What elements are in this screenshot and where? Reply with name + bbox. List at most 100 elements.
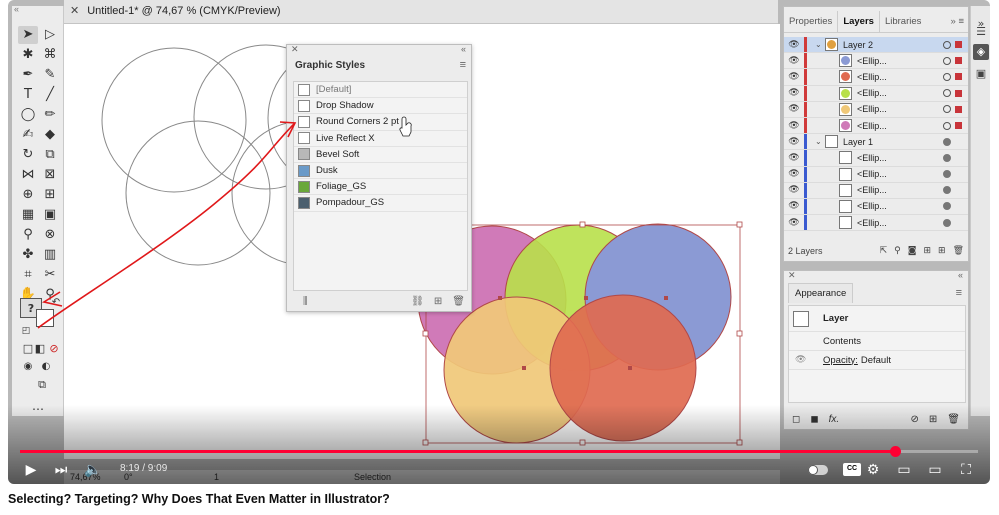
delete-item-icon[interactable]: 🗑 [947,414,960,425]
duplicate-item-icon[interactable]: ⊞ [929,414,937,425]
layer-name[interactable]: <Ellip... [857,104,943,114]
opacity-label[interactable]: Opacity: [823,355,858,366]
add-stroke-icon[interactable]: ◻ [792,414,800,425]
layer-name[interactable]: <Ellip... [857,72,943,82]
sublayer-row[interactable]: 👁 <Ellip... [784,101,968,118]
add-fill-icon[interactable]: ◼ [810,414,818,425]
layer-name[interactable]: <Ellip... [857,218,943,228]
expand-chevron-icon[interactable]: ⌄ [815,137,825,146]
clear-appearance-icon[interactable]: ⊘ [911,414,919,425]
expand-chevron-icon[interactable]: ⌄ [815,40,825,49]
collect-export-icon[interactable]: ⇱ [880,246,888,256]
visibility-eye-icon[interactable]: 👁 [784,218,804,228]
panel-menu-icon[interactable]: ≡ [956,287,962,299]
layer-name[interactable]: <Ellip... [857,169,943,179]
visibility-eye-icon[interactable]: 👁 [784,40,804,50]
target-circle-icon[interactable] [943,56,951,65]
visibility-eye-icon[interactable]: 👁 [784,137,804,147]
selection-indicator[interactable] [955,154,962,161]
target-circle-icon[interactable] [943,121,951,130]
selection-indicator[interactable] [955,138,962,145]
selection-indicator[interactable] [955,89,962,97]
target-circle-icon[interactable] [943,105,951,114]
target-circle-icon[interactable] [943,170,951,179]
selection-indicator[interactable] [955,105,962,113]
layer-name[interactable]: <Ellip... [857,153,943,163]
volume-icon[interactable]: 🔈 [84,460,102,480]
target-circle-icon[interactable] [943,153,951,162]
collapse-panel-icon[interactable]: « [958,270,963,280]
visibility-eye-icon[interactable]: 👁 [784,88,804,98]
visibility-eye-icon[interactable]: 👁 [784,72,804,82]
visibility-eye-icon[interactable]: 👁 [784,104,804,114]
layer-name[interactable]: <Ellip... [857,185,943,195]
selection-indicator[interactable] [955,219,962,226]
settings-gear-icon[interactable]: ⚙ [863,460,883,480]
selection-indicator[interactable] [955,57,962,65]
video-player[interactable]: ✕ Untitled-1* @ 74,67 % (CMYK/Preview) «… [8,0,990,484]
target-circle-icon[interactable] [943,218,951,227]
tab-libraries[interactable]: Libraries [880,11,926,32]
selection-indicator[interactable] [955,41,962,49]
layer-name[interactable]: Layer 2 [843,40,943,50]
tab-properties[interactable]: Properties [784,11,837,32]
sublayer-row[interactable]: 👁 <Ellip... [784,53,968,70]
target-circle-icon[interactable] [943,40,951,49]
close-panel-icon[interactable]: ✕ [788,270,796,281]
visibility-eye-icon[interactable]: 👁 [784,121,804,131]
visibility-eye-icon[interactable]: 👁 [784,153,804,163]
selection-indicator[interactable] [955,203,962,210]
play-icon[interactable]: ▶ [22,460,40,480]
layer-name[interactable]: <Ellip... [857,56,943,66]
sublayer-row[interactable]: 👁 <Ellip... [784,69,968,86]
autoplay-toggle[interactable] [808,465,828,475]
layer-row[interactable]: 👁 ⌄ Layer 2 [784,37,968,54]
visibility-eye-icon[interactable]: 👁 [784,169,804,179]
layer-name[interactable]: <Ellip... [857,201,943,211]
appearance-opacity-row[interactable]: 👁 Opacity: Default [789,351,965,370]
visibility-eye-icon[interactable]: 👁 [784,56,804,66]
panel-overflow-icon[interactable]: » ≡ [947,11,968,32]
appearance-target-row[interactable]: Layer [789,306,965,332]
new-sublayer-icon[interactable]: ⊞ [923,246,931,256]
sublayer-row[interactable]: 👁 <Ellip... [784,117,968,135]
appearance-contents-row[interactable]: Contents [789,332,965,351]
target-circle-icon[interactable] [943,137,951,146]
visibility-eye-icon[interactable]: 👁 [784,185,804,195]
delete-layer-icon[interactable]: 🗑 [953,246,964,256]
selection-indicator[interactable] [955,122,962,130]
target-circle-icon[interactable] [943,72,951,81]
selection-indicator[interactable] [955,187,962,194]
visibility-eye-icon[interactable]: 👁 [795,355,806,365]
tab-layers[interactable]: Layers [837,11,880,32]
subtitles-icon[interactable]: CC [843,463,861,476]
sublayer-row[interactable]: 👁 <Ellip... [784,215,968,232]
video-title[interactable]: Selecting? Targeting? Why Does That Even… [8,492,390,506]
add-effect-button[interactable]: fx. [829,414,840,425]
layer-row[interactable]: 👁 ⌄ Layer 1 [784,134,968,151]
locate-object-icon[interactable]: ⚲ [894,246,901,256]
layer-name[interactable]: <Ellip... [857,88,943,98]
sublayer-row[interactable]: 👁 <Ellip... [784,85,968,102]
next-icon[interactable]: ⏭ [52,460,70,480]
new-layer-icon[interactable]: ⊞ [938,246,946,256]
theater-mode-icon[interactable]: ▭ [925,460,945,480]
selection-indicator[interactable] [955,171,962,178]
layer-name[interactable]: <Ellip... [857,121,943,131]
sublayer-row[interactable]: 👁 <Ellip... [784,182,968,199]
clipping-mask-icon[interactable]: ◙ [908,246,917,256]
target-circle-icon[interactable] [943,186,951,195]
panel-grip[interactable]: ✕ « [784,270,968,281]
visibility-eye-icon[interactable]: 👁 [784,201,804,211]
target-circle-icon[interactable] [943,89,951,98]
miniplayer-icon[interactable]: ▭ [894,460,914,480]
target-circle-icon[interactable] [943,202,951,211]
fullscreen-icon[interactable]: ⛶ [956,460,976,480]
sublayer-row[interactable]: 👁 <Ellip... [784,150,968,167]
layer-name[interactable]: Layer 1 [843,137,943,147]
progress-bar[interactable] [20,446,978,457]
sublayer-row[interactable]: 👁 <Ellip... [784,166,968,183]
appearance-tab[interactable]: Appearance [788,283,854,303]
sublayer-row[interactable]: 👁 <Ellip... [784,198,968,216]
properties-dock-icon[interactable]: ☰ [973,24,989,40]
